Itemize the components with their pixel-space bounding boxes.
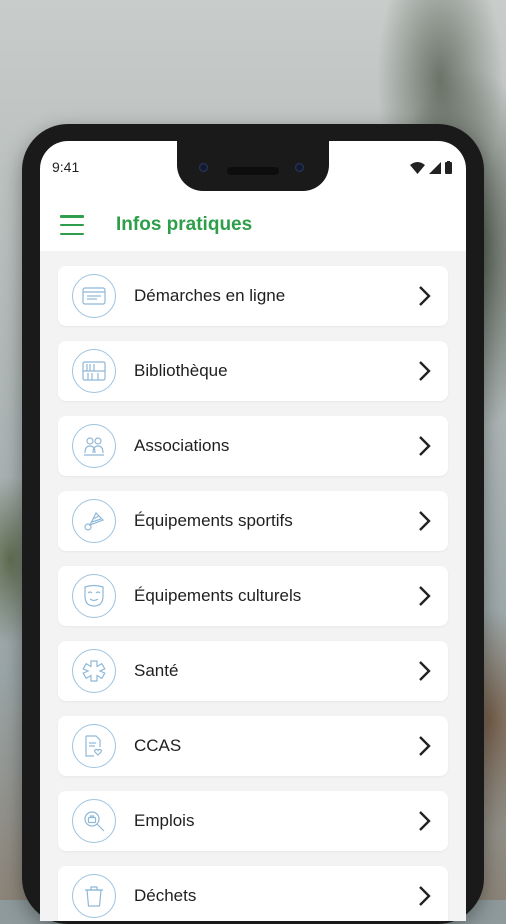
- wifi-icon: [410, 161, 425, 174]
- chevron-right-icon: [419, 436, 431, 456]
- sensor-icon: [295, 163, 304, 172]
- medical-cross-icon: [72, 649, 116, 693]
- list-item-demarches[interactable]: Démarches en ligne: [58, 266, 448, 326]
- list-item-bibliotheque[interactable]: Bibliothèque: [58, 341, 448, 401]
- list-item-sante[interactable]: Santé: [58, 641, 448, 701]
- theater-mask-icon: [72, 574, 116, 618]
- camera-notch: [177, 141, 329, 191]
- menu-list: Démarches en ligne Bibliothèque Associat…: [40, 251, 466, 921]
- trash-bin-icon: [72, 874, 116, 918]
- list-item-label: Démarches en ligne: [134, 286, 286, 305]
- list-item-label: Associations: [134, 436, 230, 455]
- battery-icon: [445, 161, 452, 174]
- cell-signal-icon: [429, 161, 441, 174]
- page-title: Infos pratiques: [116, 214, 253, 235]
- list-item-label: Équipements sportifs: [134, 511, 293, 530]
- chevron-right-icon: [419, 661, 431, 681]
- list-item-label: Emplois: [134, 811, 195, 830]
- list-item-label: CCAS: [134, 736, 182, 755]
- chevron-right-icon: [419, 361, 431, 381]
- list-item-ccas[interactable]: CCAS: [58, 716, 448, 776]
- chevron-right-icon: [419, 811, 431, 831]
- list-item-label: Santé: [134, 661, 179, 680]
- chevron-right-icon: [419, 286, 431, 306]
- bookshelf-icon: [72, 349, 116, 393]
- browser-window-icon: [72, 274, 116, 318]
- status-icons: [410, 161, 452, 174]
- front-camera-icon: [199, 163, 208, 172]
- document-heart-icon: [72, 724, 116, 768]
- chevron-right-icon: [419, 511, 431, 531]
- list-item-label: Bibliothèque: [134, 361, 228, 380]
- shuttlecock-icon: [72, 499, 116, 543]
- chevron-right-icon: [419, 886, 431, 906]
- chevron-right-icon: [419, 736, 431, 756]
- list-item-associations[interactable]: Associations: [58, 416, 448, 476]
- status-time: 9:41: [52, 159, 80, 175]
- hamburger-menu-icon[interactable]: [60, 215, 84, 235]
- app-bar: Infos pratiques: [40, 199, 466, 251]
- chevron-right-icon: [419, 586, 431, 606]
- list-item-dechets[interactable]: Déchets: [58, 866, 448, 921]
- list-item-equipements-culturels[interactable]: Équipements culturels: [58, 566, 448, 626]
- earpiece-speaker: [227, 167, 279, 175]
- list-item-equipements-sportifs[interactable]: Équipements sportifs: [58, 491, 448, 551]
- job-search-icon: [72, 799, 116, 843]
- list-item-emplois[interactable]: Emplois: [58, 791, 448, 851]
- list-item-label: Équipements culturels: [134, 586, 302, 605]
- phone-screen: 9:41 Infos pratiques Démarches en ligne …: [40, 141, 466, 921]
- list-item-label: Déchets: [134, 886, 197, 905]
- people-group-icon: [72, 424, 116, 468]
